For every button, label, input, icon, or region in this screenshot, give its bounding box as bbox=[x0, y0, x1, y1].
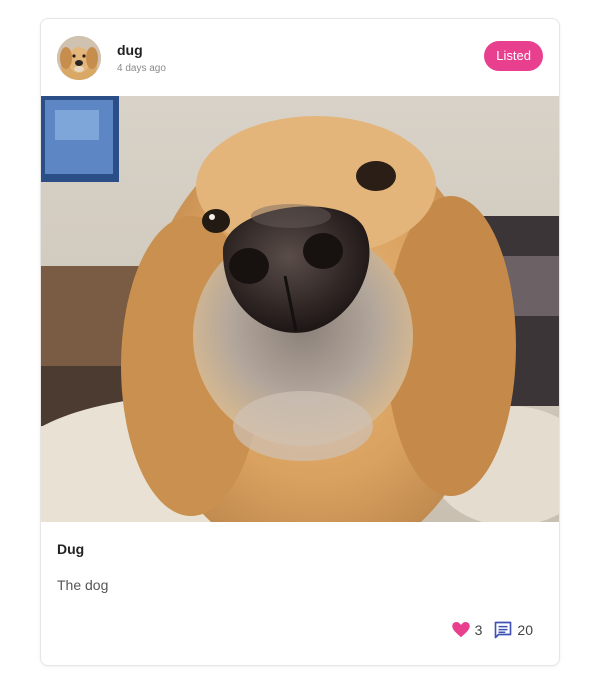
post-timestamp: 4 days ago bbox=[117, 63, 166, 74]
heart-icon bbox=[451, 622, 470, 638]
like-button[interactable]: 3 bbox=[451, 622, 483, 638]
post-card: dug 4 days ago Listed Dug The dog 3 20 bbox=[40, 18, 560, 666]
avatar[interactable] bbox=[57, 36, 101, 80]
dog-avatar-image bbox=[57, 36, 101, 80]
comments-button[interactable]: 20 bbox=[494, 621, 533, 639]
author-name[interactable]: dug bbox=[117, 42, 143, 58]
post-title: Dug bbox=[57, 541, 85, 557]
post-stats: 3 20 bbox=[451, 621, 533, 639]
page: dug 4 days ago Listed Dug The dog 3 20 bbox=[0, 0, 599, 674]
dog-photo bbox=[41, 96, 559, 522]
comment-icon bbox=[495, 621, 512, 639]
comments-count: 20 bbox=[517, 622, 533, 638]
listed-status-button[interactable]: Listed bbox=[484, 41, 543, 71]
post-image[interactable] bbox=[41, 96, 559, 522]
post-description: The dog bbox=[57, 577, 109, 593]
post-header: dug 4 days ago Listed bbox=[41, 19, 559, 96]
likes-count: 3 bbox=[474, 622, 483, 638]
